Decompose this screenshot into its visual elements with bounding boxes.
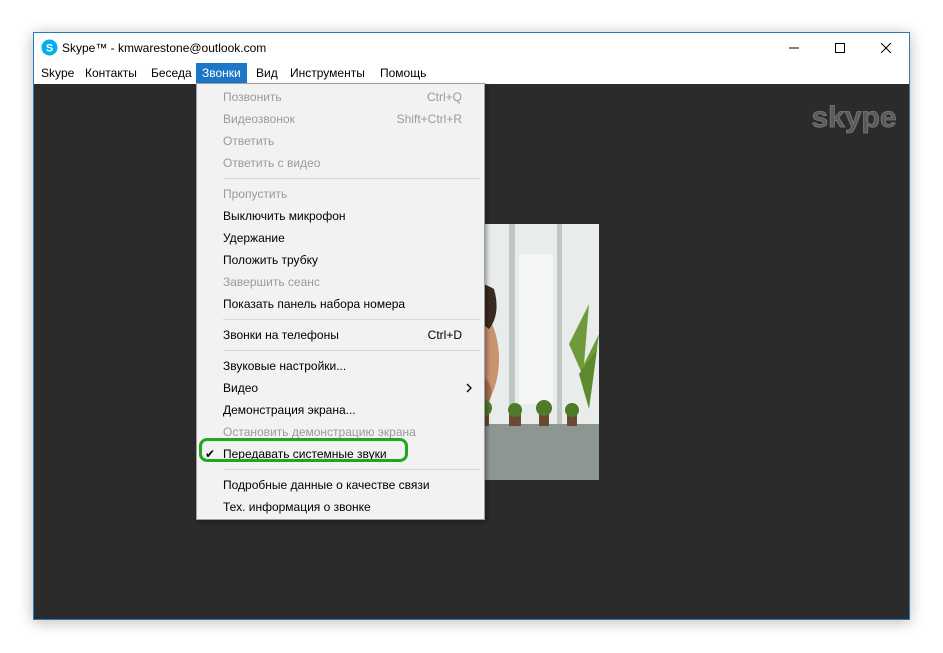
menu-item-share-system-sounds[interactable]: ✔ Передавать системные звуки <box>197 443 484 465</box>
menu-item-end-session[interactable]: Завершить сеанс <box>197 271 484 293</box>
menu-item-label: Звуковые настройки... <box>223 359 347 373</box>
menu-item-label: Удержание <box>223 231 285 245</box>
menu-item-label: Выключить микрофон <box>223 209 346 223</box>
menu-view[interactable]: Вид <box>250 63 284 83</box>
menu-item-label: Тех. информация о звонке <box>223 500 371 514</box>
menu-item-answer-with-video[interactable]: Ответить с видео <box>197 152 484 174</box>
menu-item-audio-settings[interactable]: Звуковые настройки... <box>197 355 484 377</box>
menu-item-label: Остановить демонстрацию экрана <box>223 425 416 439</box>
menu-item-label: Ответить <box>223 134 275 148</box>
close-icon <box>881 43 891 53</box>
menu-item-skip[interactable]: Пропустить <box>197 183 484 205</box>
menu-conversation[interactable]: Беседа <box>145 63 198 83</box>
menu-separator <box>223 319 480 320</box>
menu-item-hang-up[interactable]: Положить трубку <box>197 249 484 271</box>
menu-item-hold[interactable]: Удержание <box>197 227 484 249</box>
menu-calls[interactable]: Звонки <box>196 63 247 83</box>
menu-item-label: Ответить с видео <box>223 156 321 170</box>
maximize-icon <box>835 43 845 53</box>
menu-separator <box>223 469 480 470</box>
menu-item-label: Видеозвонок <box>223 112 295 126</box>
menu-item-screen-share[interactable]: Демонстрация экрана... <box>197 399 484 421</box>
menu-item-label: Показать панель набора номера <box>223 297 406 311</box>
menu-item-label: Демонстрация экрана... <box>223 403 356 417</box>
menu-skype[interactable]: Skype <box>35 63 80 83</box>
menu-item-call-quality-details[interactable]: Подробные данные о качестве связи <box>197 474 484 496</box>
menu-item-shortcut: Ctrl+Q <box>426 90 462 104</box>
menu-item-label: Завершить сеанс <box>223 275 320 289</box>
svg-text:S: S <box>46 43 53 55</box>
skype-window: S Skype™ - kmwarestone@outlook.com Skype… <box>33 32 910 620</box>
menu-item-stop-screen-share[interactable]: Остановить демонстрацию экрана <box>197 421 484 443</box>
minimize-button[interactable] <box>771 33 817 63</box>
maximize-button[interactable] <box>817 33 863 63</box>
menu-tools[interactable]: Инструменты <box>284 63 371 83</box>
menu-item-label: Передавать системные звуки <box>223 447 387 461</box>
menu-item-label: Подробные данные о качестве связи <box>223 478 430 492</box>
menu-item-show-dialpad[interactable]: Показать панель набора номера <box>197 293 484 315</box>
menu-item-label: Позвонить <box>223 90 282 104</box>
window-title: Skype™ - kmwarestone@outlook.com <box>62 41 267 55</box>
menu-item-label: Видео <box>223 381 259 395</box>
menu-item-label: Положить трубку <box>223 253 318 267</box>
menu-item-answer[interactable]: Ответить <box>197 130 484 152</box>
menu-contacts[interactable]: Контакты <box>79 63 143 83</box>
menu-bar: Skype Контакты Беседа Звонки Вид Инструм… <box>34 63 909 83</box>
menu-separator <box>223 178 480 179</box>
menu-item-label: Пропустить <box>223 187 288 201</box>
title-bar[interactable]: S Skype™ - kmwarestone@outlook.com <box>34 33 909 63</box>
menu-item-video-call[interactable]: Видеозвонок Shift+Ctrl+R <box>197 108 484 130</box>
menu-item-shortcut: Ctrl+D <box>427 328 462 342</box>
menu-item-mute-microphone[interactable]: Выключить микрофон <box>197 205 484 227</box>
calls-dropdown-menu: Позвонить Ctrl+Q Видеозвонок Shift+Ctrl+… <box>196 83 485 520</box>
skype-watermark-text: skype <box>811 101 896 134</box>
menu-item-shortcut: Shift+Ctrl+R <box>396 112 462 126</box>
menu-item-phone-calls[interactable]: Звонки на телефоны Ctrl+D <box>197 324 484 346</box>
skype-watermark-logo: skype <box>811 101 897 135</box>
close-button[interactable] <box>863 33 909 63</box>
menu-item-call[interactable]: Позвонить Ctrl+Q <box>197 86 484 108</box>
checkmark-icon: ✔ <box>205 447 216 461</box>
menu-item-call-technical-info[interactable]: Тех. информация о звонке <box>197 496 484 518</box>
menu-help[interactable]: Помощь <box>374 63 432 83</box>
menu-item-video[interactable]: Видео <box>197 377 484 399</box>
menu-separator <box>223 350 480 351</box>
chevron-right-icon <box>466 383 472 393</box>
menu-item-label: Звонки на телефоны <box>223 328 339 342</box>
minimize-icon <box>789 47 799 49</box>
skype-icon: S <box>41 39 58 56</box>
